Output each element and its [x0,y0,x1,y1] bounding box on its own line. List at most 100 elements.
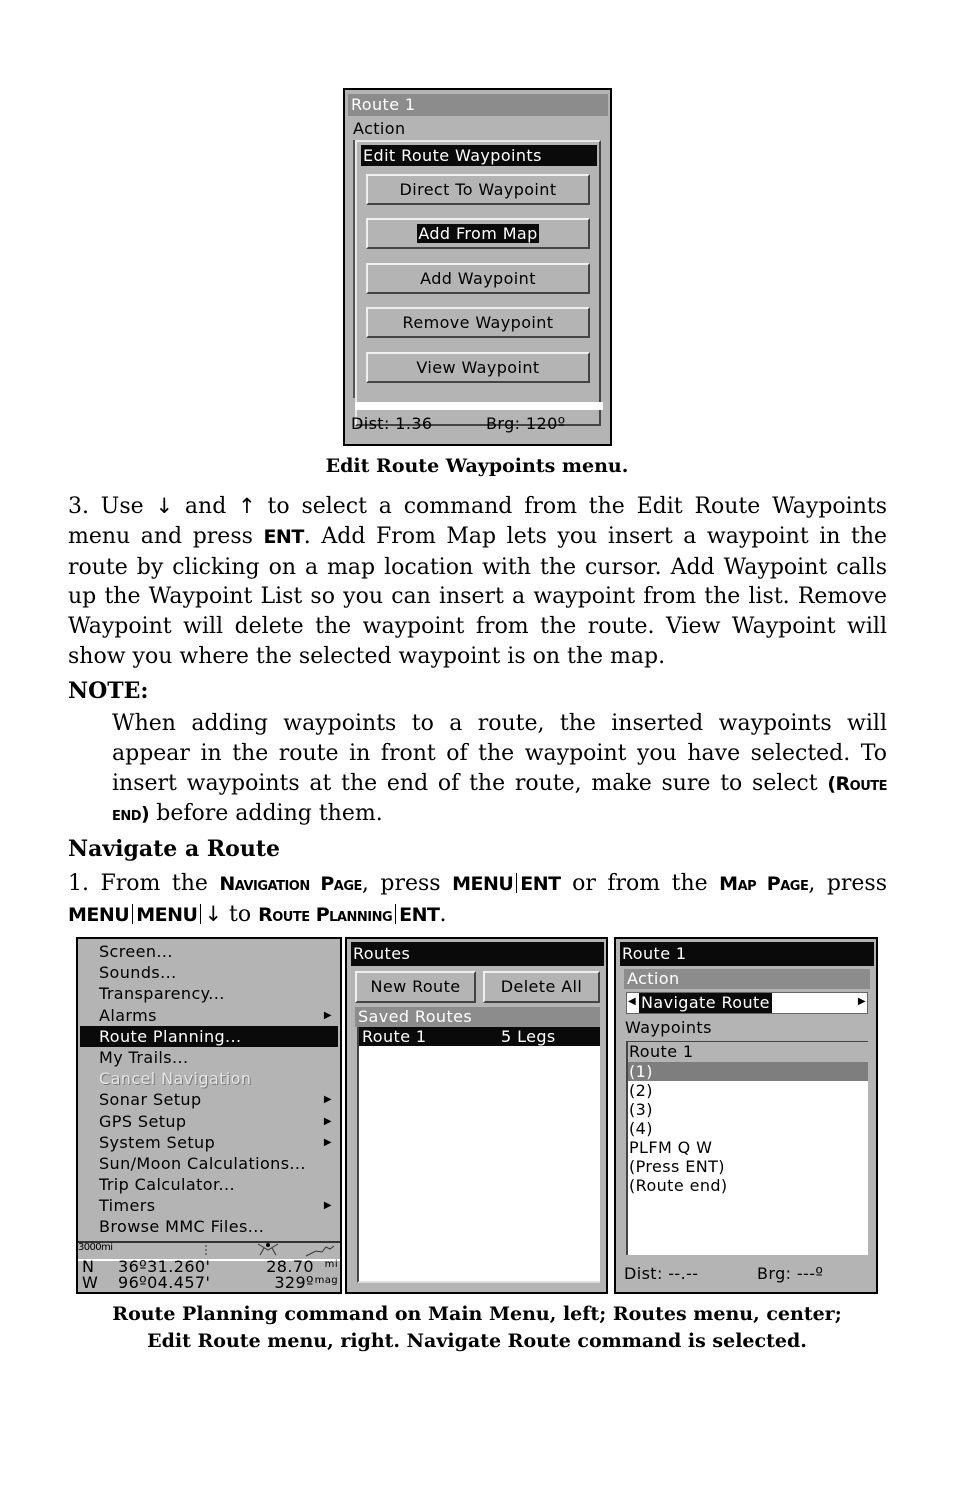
waypoint-row[interactable]: (Route end) [628,1176,868,1195]
saved-routes-header: Saved Routes [355,1007,600,1027]
menu-item[interactable]: Route Planning... [80,1025,338,1047]
menu-item-label: Sonar Setup [99,1090,202,1110]
distance-unit: mi [324,1259,338,1270]
separator [200,903,202,924]
waypoint-row[interactable]: (3) [628,1100,868,1119]
down-arrow-icon: ↓ [204,901,223,926]
longitude-hemisphere: W [82,1273,99,1292]
route-planning-keyword: Route Planning [258,903,393,926]
action-header: Action [624,969,870,989]
step-3-paragraph: 3. Use ↓ and ↑ to select a command from … [68,492,887,672]
menu-item-label: Sounds... [99,963,177,983]
bearing-readout: Brg: 120º [486,414,566,433]
waypoint-row[interactable]: (2) [628,1081,868,1100]
section-heading: Navigate a Route [68,836,280,862]
menu-item-label: Alarms [99,1005,157,1025]
right-arrow-icon[interactable]: ▶ [858,996,866,1007]
menu-item-label: Transparency... [99,984,225,1004]
edit-route-waypoints-screen: Route 1 Action Edit Route Waypoints Dire… [343,88,612,446]
menu-item: Cancel Navigation [80,1068,338,1089]
separator [516,873,518,893]
menu-item[interactable]: Transparency... [80,983,338,1004]
separator [395,903,397,924]
route-row[interactable]: Route 1 5 Legs [359,1027,600,1046]
menu-item[interactable]: Sonar Setup ▶ [80,1089,338,1110]
menu-item[interactable]: GPS Setup ▶ [80,1111,338,1132]
menu-item[interactable]: Sun/Moon Calculations... [80,1153,338,1174]
ent-key: ENT [399,903,440,926]
button-label: View Waypoint [416,358,540,377]
text: or from the [560,871,720,896]
menu-item[interactable]: Browse MMC Files... [80,1216,338,1237]
distance-readout: Dist: --.-- [624,1264,699,1283]
figure-caption-top: Edit Route Waypoints menu. [325,455,629,477]
screen-title: Route 1 [348,94,608,116]
screen-title: Route 1 [620,942,874,966]
menu-item[interactable]: Trip Calculator... [80,1174,338,1195]
left-arrow-icon[interactable]: ◀ [628,996,636,1007]
list-strip [355,402,603,410]
menu-item-label: My Trails... [99,1047,189,1067]
delete-all-button[interactable]: Delete All [483,971,600,1003]
menu-item[interactable]: My Trails... [80,1047,338,1068]
text: , press [361,871,453,896]
list-header: Route 1 [628,1042,868,1062]
map-page-keyword: Map Page [719,873,809,895]
menu-item[interactable]: Screen... [80,941,338,962]
distance-readout: Dist: 1.36 [351,414,433,433]
menu-item[interactable]: Alarms ▶ [80,1005,338,1026]
menu-item-label: Cancel Navigation [99,1069,252,1089]
text: When adding waypoints to a route, the in… [112,711,887,796]
submenu-arrow-icon: ▶ [323,1200,332,1212]
button-label: Delete All [500,977,583,996]
view-waypoint-button[interactable]: View Waypoint [366,352,590,383]
route-legs: 5 Legs [501,1027,556,1046]
heading-value: 329º [274,1273,314,1292]
heading-unit: mag [314,1275,338,1286]
menu-item[interactable]: Timers ▶ [80,1195,338,1216]
waypoints-label: Waypoints [625,1018,712,1037]
menu-key: MENU [136,903,198,926]
note-heading: NOTE: [68,678,149,704]
menu-item[interactable]: System Setup ▶ [80,1132,338,1153]
add-from-map-button[interactable]: Add From Map [366,218,590,249]
waypoint-row[interactable]: PLFM Q W [628,1138,868,1157]
ent-key: ENT [263,525,304,548]
ent-key: ENT [520,873,561,895]
note-paragraph: When adding waypoints to a route, the in… [112,709,888,830]
direct-to-waypoint-button[interactable]: Direct To Waypoint [366,174,590,205]
submenu-arrow-icon: ▶ [323,1115,332,1127]
up-arrow-icon: ↑ [238,494,256,518]
menu-item-label: Browse MMC Files... [99,1217,265,1237]
text: to [222,901,259,927]
waypoint-row[interactable]: (Press ENT) [628,1157,868,1176]
new-route-button[interactable]: New Route [355,971,476,1003]
waypoint-row[interactable]: (4) [628,1119,868,1138]
routes-screen: Routes New Route Delete All Saved Routes… [345,937,608,1294]
position-readout: N 36º31.260' 28.70 mi W 96º04.457' 329º … [82,1259,338,1291]
action-selector[interactable]: ◀ Navigate Route ▶ [626,992,868,1014]
waypoints-list: Route 1 (1) (2) (3) (4) PLFM Q W (Press ENT)(… [626,1041,868,1255]
menu-key: MENU [452,873,514,895]
text: and [173,494,239,519]
main-menu-screen: Screen... Sounds... Transparency... Alarms ▶… [76,937,342,1294]
main-menu: Screen... Sounds... Transparency... Alarms ▶… [80,941,338,1238]
separator [132,903,134,924]
figure-caption-bottom-line-1: Route Planning command on Main Menu, lef… [112,1303,842,1325]
button-label: Remove Waypoint [402,313,554,332]
add-waypoint-button[interactable]: Add Waypoint [366,263,590,294]
text: , press [808,871,888,896]
step-1-paragraph: 1. From the Navigation Page, press MENU E… [68,869,887,931]
action-label: Action [353,119,406,138]
text: before adding them. [149,801,383,827]
saved-routes-list: Route 1 5 Legs [357,1027,600,1283]
text: . [439,901,447,927]
submenu-arrow-icon: ▶ [323,1136,332,1148]
menu-key: MENU [68,903,130,926]
menu-item-label: Trip Calculator... [99,1175,235,1195]
menu-item[interactable]: Sounds... [80,962,338,983]
remove-waypoint-button[interactable]: Remove Waypoint [366,307,590,338]
waypoint-row[interactable]: (1) [628,1062,868,1081]
navigation-page-keyword: Navigation Page [219,873,362,895]
edit-route-screen: Route 1 Action ◀ Navigate Route ▶ Waypoi… [614,937,878,1294]
